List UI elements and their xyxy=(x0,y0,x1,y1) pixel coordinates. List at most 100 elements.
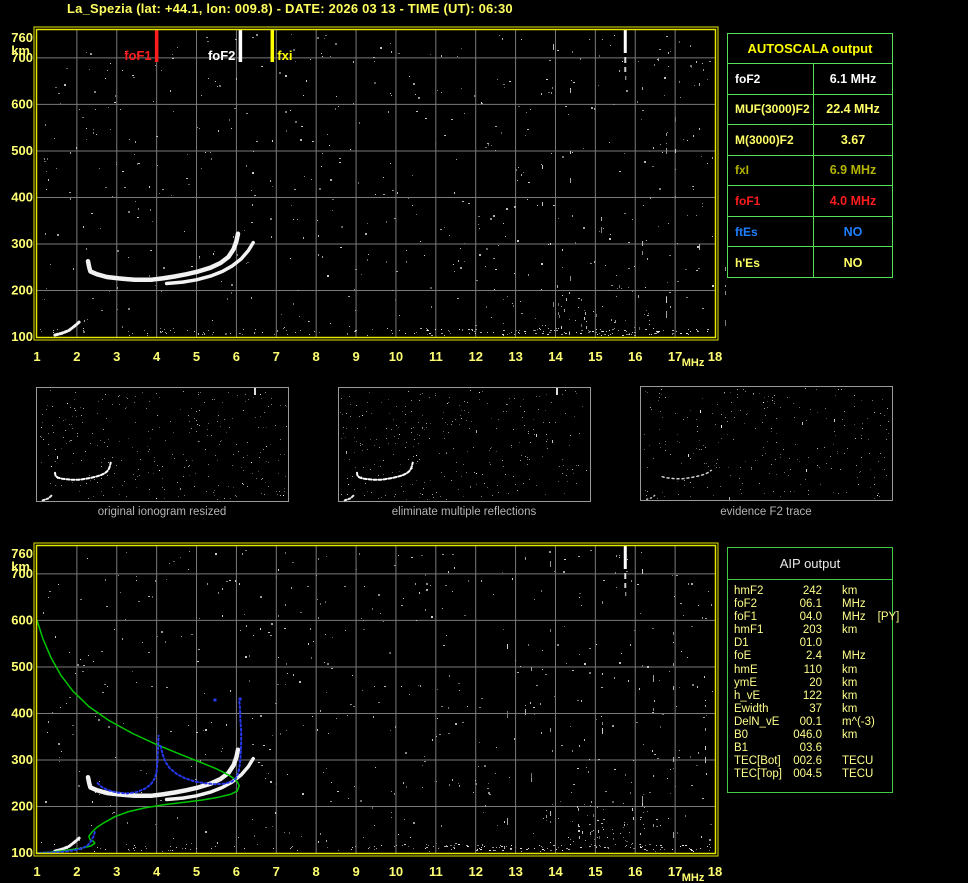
aip-row-foF1: foF1 04.0 MHz [PY] xyxy=(734,611,899,624)
freq-tick-label: 7 xyxy=(273,349,280,364)
bottom-ionogram-panel: 1 2 3 4 5 6 7 8 9 10 11 12 13 14 15 16 17 18MHz7607006005… xyxy=(11,542,722,883)
freq-tick-label: 13 xyxy=(508,864,522,879)
freq-tick-label: 17 xyxy=(668,864,682,879)
aip-lbl: hmF1 xyxy=(734,624,764,637)
freq-axis-unit: MHz xyxy=(682,872,705,883)
freq-tick-label: 16 xyxy=(628,349,642,364)
freq-tick-label: 2 xyxy=(73,349,80,364)
aip-row-ymE: ymE 20 km xyxy=(734,677,892,690)
aip-lbl: B1 xyxy=(734,742,749,755)
autoscala-row-foF1: foF1 4.0 MHz xyxy=(728,186,892,217)
aip-unit-cell: km xyxy=(822,690,892,703)
aip-unit-cell: MHz [PY] xyxy=(822,611,899,624)
autoscala-output-table: AUTOSCALA output foF2 6.1 MHz MUF(3000)F2 2… xyxy=(727,33,893,278)
aip-lbl: hmE xyxy=(734,663,758,676)
foF1-marker-label: foF1 xyxy=(124,48,151,63)
foF2-marker-label: foF2 xyxy=(208,48,235,63)
aip-unit-cell: km xyxy=(822,703,892,716)
aip-row-TEC[Top]: TEC[Top] 004.5 TECU xyxy=(734,768,892,781)
aip-val: 122 xyxy=(802,689,822,702)
aip-row-h_vE: h_vE 122 km xyxy=(734,690,892,703)
height-tick-label: 100 xyxy=(11,845,33,860)
aip-u: km xyxy=(842,702,858,715)
autoscala-row-ftEs: ftEs NO xyxy=(728,216,892,248)
freq-tick-label: 14 xyxy=(548,349,563,364)
autoscala-table-title: AUTOSCALA output xyxy=(728,34,892,64)
height-tick-label: 300 xyxy=(11,752,33,767)
thumbnail-caption-2: eliminate multiple reflections xyxy=(391,506,537,518)
autoscala-row-h'Es: h'Es NO xyxy=(728,247,892,278)
aip-val: 06.1 xyxy=(799,598,822,611)
aip-lbl: hmF2 xyxy=(734,585,764,597)
aip-lbl: Ewidth xyxy=(734,702,769,715)
height-tick-label: 400 xyxy=(11,189,33,204)
autoscala-row-fxI: fxI 6.9 MHz xyxy=(728,155,892,187)
freq-tick-label: 8 xyxy=(313,349,320,364)
aip-u: km xyxy=(842,729,858,742)
aip-val: 2.4 xyxy=(806,650,822,663)
freq-tick-label: 15 xyxy=(588,864,602,879)
freq-tick-label: 5 xyxy=(193,864,200,879)
autoscala-table-rows: foF2 6.1 MHz MUF(3000)F2 22.4 MHz M(3000)F2 3… xyxy=(728,64,892,278)
aip-row-hmF2: hmF2 242 km xyxy=(734,585,892,598)
freq-tick-label: 6 xyxy=(233,349,240,364)
aip-table-rows: hmF2 242 km foF2 06.1 MHz foF1 04.0 MHz [PY] hmF1 2… xyxy=(728,580,899,781)
parameter-label: foF2 xyxy=(735,71,761,86)
aip-unit-cell: MHz xyxy=(822,598,892,611)
freq-tick-label: 17 xyxy=(668,349,682,364)
aip-unit-cell: km xyxy=(822,664,892,677)
aip-unit-cell: km xyxy=(822,624,892,637)
height-tick-label: 200 xyxy=(11,282,33,297)
axis-labels: 1 2 3 4 5 6 7 8 9 10 11 12 13 14 15 16 17 18MHz7607006005… xyxy=(11,30,722,369)
aip-val: 03.6 xyxy=(799,742,822,755)
freq-tick-label: 7 xyxy=(273,864,280,879)
freq-tick-label: 18 xyxy=(708,349,722,364)
aip-val: 00.1 xyxy=(799,715,822,728)
aip-unit-cell: m^(-3) xyxy=(822,716,892,729)
parameter-value: 4.0 MHz xyxy=(813,186,892,216)
height-tick-label: 600 xyxy=(11,96,33,111)
autoscala-screen: La_Spezia (lat: +44.1, lon: 009.8) - DAT… xyxy=(0,0,968,883)
aip-u: km xyxy=(842,689,858,702)
aip-val: 242 xyxy=(802,585,822,597)
reconstructed-trace-f1-segment xyxy=(96,734,160,795)
stray-reconstructed-points xyxy=(213,697,242,702)
height-axis-unit: km xyxy=(11,559,30,574)
parameter-label: h'Es xyxy=(735,255,760,270)
thumbnail-border xyxy=(338,387,591,502)
parameter-value: NO xyxy=(813,247,892,278)
aip-unit-cell xyxy=(822,637,892,650)
aip-lbl: ymE xyxy=(734,676,757,689)
aip-lbl: TEC[Bot] xyxy=(734,755,781,768)
aip-u: MHz xyxy=(842,611,866,624)
freq-tick-label: 6 xyxy=(233,864,240,879)
aip-val: 004.5 xyxy=(793,768,822,781)
thumbnail-caption-1: original ionogram resized xyxy=(97,506,227,518)
aip-unit-cell: km xyxy=(822,729,892,742)
panel-border-outer xyxy=(33,26,719,341)
parameter-label: ftEs xyxy=(735,224,758,239)
axis-labels: 1 2 3 4 5 6 7 8 9 10 11 12 13 14 15 16 17 18MHz7607006005… xyxy=(11,546,722,883)
aip-val: 110 xyxy=(803,663,822,676)
autoscala-row-MUF(3000)F2: MUF(3000)F2 22.4 MHz xyxy=(728,94,892,126)
freq-tick-label: 3 xyxy=(113,349,120,364)
aip-val: 002.6 xyxy=(793,755,822,768)
parameter-label: fxI xyxy=(735,163,750,178)
aip-u: km xyxy=(842,663,858,676)
aip-u: km xyxy=(842,624,858,637)
aip-unit-cell: km xyxy=(822,677,892,690)
aip-row-TEC[Bot]: TEC[Bot] 002.6 TECU xyxy=(734,755,892,768)
freq-tick-label: 10 xyxy=(389,349,403,364)
aip-lbl: B0 xyxy=(734,729,749,742)
electron-density-profile xyxy=(36,619,240,854)
thumbnail-border xyxy=(36,387,289,502)
aip-u: TECU xyxy=(842,755,874,768)
grid xyxy=(37,30,715,337)
thumbnail-caption-3: evidence F2 trace xyxy=(720,506,812,518)
aip-u: m^(-3) xyxy=(842,715,875,728)
aip-u: km xyxy=(842,585,858,597)
height-tick-label: 200 xyxy=(11,798,33,813)
freq-tick-label: 1 xyxy=(33,349,40,364)
height-tick-label: 100 xyxy=(11,329,33,344)
aip-row-hmE: hmE 110 km xyxy=(734,664,892,677)
